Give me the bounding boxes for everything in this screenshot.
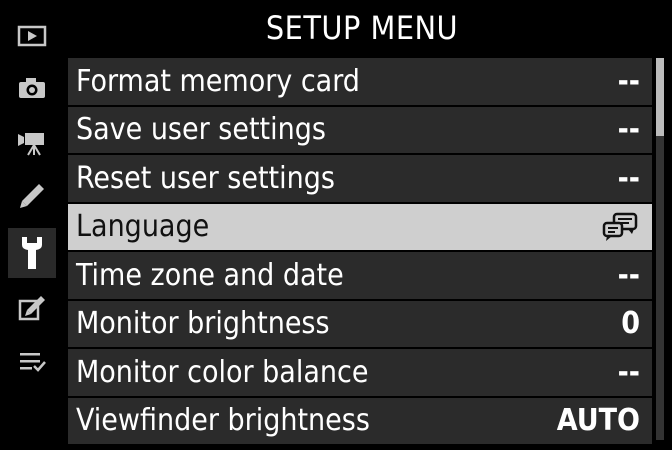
menu-item-label: Reset user settings [76, 160, 335, 196]
menu-item-label: Save user settings [76, 112, 326, 148]
camera-icon [19, 78, 45, 98]
scrollbar-thumb[interactable] [656, 58, 664, 136]
playback-icon [17, 25, 47, 47]
my-menu-icon [20, 353, 46, 372]
menu-item-label: Viewfinder brightness [76, 403, 370, 439]
page-title: SETUP MENU [265, 9, 459, 47]
menu-item-format-memory-card[interactable]: Format memory card -- [68, 58, 652, 105]
menu-item-save-user-settings[interactable]: Save user settings -- [68, 106, 652, 153]
sidebar-item-custom-settings[interactable] [8, 174, 56, 218]
menu-item-value: -- [617, 354, 640, 390]
setup-menu-list: Format memory card -- Save user settings… [68, 58, 652, 446]
menu-item-monitor-color-balance[interactable]: Monitor color balance -- [68, 349, 652, 396]
menu-scrollbar[interactable] [656, 58, 664, 440]
pencil-icon [20, 184, 44, 208]
movie-camera-icon [18, 133, 44, 156]
menu-sidebar [0, 0, 64, 450]
sidebar-item-playback[interactable] [8, 14, 56, 58]
menu-item-reset-user-settings[interactable]: Reset user settings -- [68, 155, 652, 202]
retouch-icon [18, 296, 45, 321]
menu-item-label: Format memory card [76, 63, 360, 99]
menu-item-value: -- [617, 257, 640, 293]
menu-item-value: -- [617, 112, 640, 148]
sidebar-item-photo-shooting[interactable] [8, 66, 56, 110]
menu-item-language[interactable]: Language [68, 203, 652, 250]
menu-item-label: Language [76, 209, 210, 245]
language-icon [602, 212, 638, 250]
menu-item-time-zone-and-date[interactable]: Time zone and date -- [68, 252, 652, 299]
menu-item-viewfinder-brightness[interactable]: Viewfinder brightness AUTO [68, 397, 652, 444]
wrench-icon [22, 237, 42, 269]
menu-item-label: Monitor color balance [76, 354, 369, 390]
sidebar-item-retouch[interactable] [8, 286, 56, 330]
menu-item-monitor-brightness[interactable]: Monitor brightness 0 [68, 300, 652, 347]
sidebar-item-movie-shooting[interactable] [8, 120, 56, 164]
sidebar-item-my-menu[interactable] [8, 340, 56, 384]
menu-item-value: AUTO [556, 403, 640, 439]
menu-item-label: Monitor brightness [76, 306, 330, 342]
menu-item-label: Time zone and date [76, 257, 344, 293]
menu-item-value: -- [617, 160, 640, 196]
menu-item-value: -- [617, 63, 640, 99]
sidebar-item-setup[interactable] [8, 228, 56, 278]
menu-item-value: 0 [621, 306, 640, 342]
